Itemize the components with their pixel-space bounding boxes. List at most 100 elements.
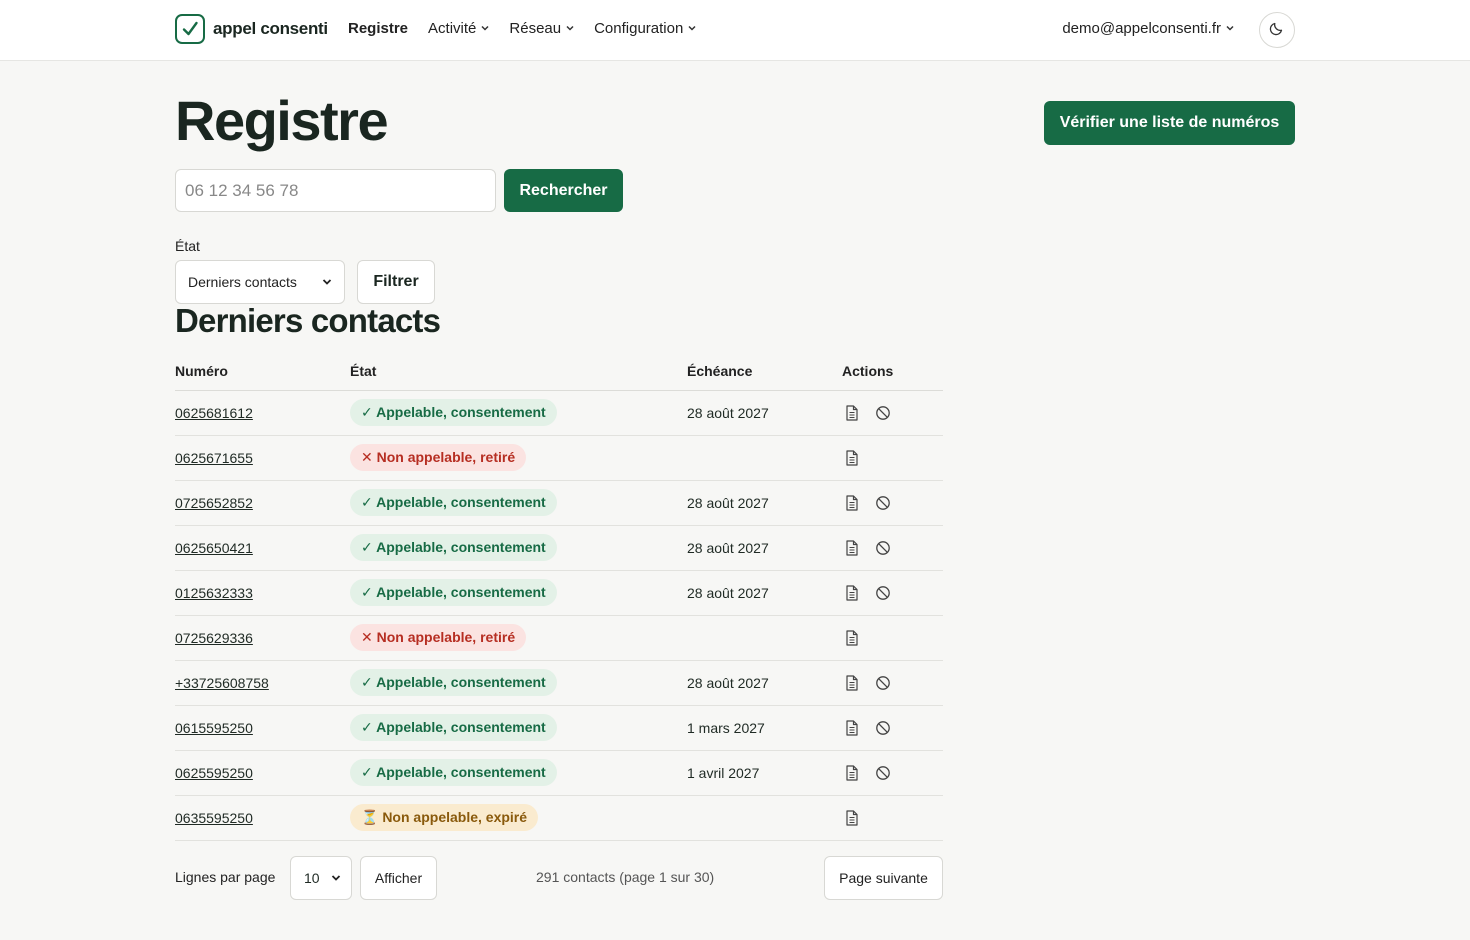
block-icon[interactable] bbox=[875, 720, 891, 736]
nav-item-label: Configuration bbox=[594, 20, 684, 37]
column-header-actions: Actions bbox=[842, 353, 943, 391]
status-badge: ✕ Non appelable, retiré bbox=[350, 624, 527, 651]
cell-actions bbox=[842, 480, 943, 526]
show-button[interactable]: Afficher bbox=[360, 856, 437, 900]
search-input[interactable] bbox=[175, 169, 496, 212]
status-badge: ✓ Appelable, consentement bbox=[350, 534, 557, 561]
cell-state: ✓ Appelable, consentement bbox=[350, 750, 687, 796]
next-page-button[interactable]: Page suivante bbox=[824, 856, 943, 900]
user-email: demo@appelconsenti.fr bbox=[1062, 20, 1221, 37]
nav-item-label: Activité bbox=[428, 20, 477, 37]
table-row: 0625671655 ✕ Non appelable, retiré bbox=[175, 435, 943, 481]
status-badge: ✓ Appelable, consentement bbox=[350, 399, 557, 426]
lines-per-page-select[interactable]: 10 bbox=[290, 856, 352, 900]
phone-number-link[interactable]: +33725608758 bbox=[175, 675, 269, 691]
main-nav: Registre Activité Réseau Configuration bbox=[348, 20, 696, 37]
state-select-value: Derniers contacts bbox=[188, 274, 297, 290]
block-icon[interactable] bbox=[875, 765, 891, 781]
filter-button[interactable]: Filtrer bbox=[357, 260, 435, 304]
table-body: 0625681612 ✓ Appelable, consentement 28 … bbox=[175, 390, 943, 841]
block-icon[interactable] bbox=[875, 585, 891, 601]
cell-state: ✓ Appelable, consentement bbox=[350, 660, 687, 706]
cell-number: 0125632333 bbox=[175, 570, 350, 616]
cell-due: 1 mars 2027 bbox=[687, 705, 842, 751]
cell-number: 0625595250 bbox=[175, 750, 350, 796]
cell-due: 28 août 2027 bbox=[687, 660, 842, 706]
cell-actions bbox=[842, 390, 943, 436]
nav-item-reseau[interactable]: Réseau bbox=[509, 20, 574, 37]
pagination-info: 291 contacts (page 1 sur 30) bbox=[536, 869, 715, 885]
block-icon[interactable] bbox=[875, 405, 891, 421]
document-icon[interactable] bbox=[845, 404, 861, 421]
cell-number: 0625671655 bbox=[175, 435, 350, 481]
phone-number-link[interactable]: 0625681612 bbox=[175, 405, 253, 421]
document-icon[interactable] bbox=[845, 584, 861, 601]
document-icon[interactable] bbox=[845, 674, 861, 691]
theme-toggle-button[interactable] bbox=[1259, 12, 1295, 48]
cell-state: ✓ Appelable, consentement bbox=[350, 525, 687, 571]
phone-number-link[interactable]: 0625671655 bbox=[175, 450, 253, 466]
cell-state: ✓ Appelable, consentement bbox=[350, 570, 687, 616]
column-header-state: État bbox=[350, 353, 687, 391]
document-icon[interactable] bbox=[845, 764, 861, 781]
state-select[interactable]: Derniers contacts bbox=[175, 260, 345, 304]
document-icon[interactable] bbox=[845, 494, 861, 511]
cell-actions bbox=[842, 525, 943, 571]
cell-number: +33725608758 bbox=[175, 660, 350, 706]
status-badge: ✓ Appelable, consentement bbox=[350, 714, 557, 741]
block-icon[interactable] bbox=[875, 675, 891, 691]
phone-number-link[interactable]: 0725652852 bbox=[175, 495, 253, 511]
phone-number-link[interactable]: 0625595250 bbox=[175, 765, 253, 781]
lines-per-page-value: 10 bbox=[304, 870, 320, 886]
block-icon[interactable] bbox=[875, 540, 891, 556]
cell-state: ✓ Appelable, consentement bbox=[350, 390, 687, 436]
phone-number-link[interactable]: 0635595250 bbox=[175, 810, 253, 826]
contacts-table: Numéro État Échéance Actions 0625681612 … bbox=[175, 353, 943, 841]
status-badge: ✓ Appelable, consentement bbox=[350, 579, 557, 606]
nav-item-registre[interactable]: Registre bbox=[348, 20, 408, 37]
cell-actions bbox=[842, 795, 943, 841]
phone-number-link[interactable]: 0725629336 bbox=[175, 630, 253, 646]
cell-due: 28 août 2027 bbox=[687, 480, 842, 526]
section-title: Derniers contacts bbox=[175, 302, 441, 339]
document-icon[interactable] bbox=[845, 719, 861, 736]
cell-actions bbox=[842, 615, 943, 661]
table-row: +33725608758 ✓ Appelable, consentement 2… bbox=[175, 660, 943, 706]
document-icon[interactable] bbox=[845, 809, 861, 826]
cell-state: ✕ Non appelable, retiré bbox=[350, 435, 687, 481]
document-icon[interactable] bbox=[845, 629, 861, 646]
search-button[interactable]: Rechercher bbox=[504, 169, 623, 212]
column-header-number: Numéro bbox=[175, 353, 350, 391]
block-icon[interactable] bbox=[875, 495, 891, 511]
status-badge: ✓ Appelable, consentement bbox=[350, 759, 557, 786]
cell-state: ✓ Appelable, consentement bbox=[350, 480, 687, 526]
chevron-down-icon bbox=[1226, 24, 1234, 34]
cell-state: ✓ Appelable, consentement bbox=[350, 705, 687, 751]
nav-item-label: Registre bbox=[348, 20, 409, 37]
cell-actions bbox=[842, 570, 943, 616]
chevron-down-icon bbox=[481, 24, 489, 34]
user-menu[interactable]: demo@appelconsenti.fr bbox=[1062, 20, 1234, 37]
cell-due: 28 août 2027 bbox=[687, 570, 842, 616]
brand-logo[interactable]: appel consenti bbox=[175, 14, 328, 44]
cell-number: 0725629336 bbox=[175, 615, 350, 661]
cell-actions bbox=[842, 750, 943, 796]
top-navbar: appel consenti Registre Activité Réseau … bbox=[0, 0, 1470, 61]
table-row: 0625681612 ✓ Appelable, consentement 28 … bbox=[175, 390, 943, 436]
verify-list-button[interactable]: Vérifier une liste de numéros bbox=[1044, 101, 1295, 145]
column-header-due: Échéance bbox=[687, 353, 842, 391]
cell-due bbox=[687, 435, 842, 481]
phone-number-link[interactable]: 0615595250 bbox=[175, 720, 253, 736]
cell-number: 0635595250 bbox=[175, 795, 350, 841]
cell-actions bbox=[842, 660, 943, 706]
nav-item-activite[interactable]: Activité bbox=[428, 20, 489, 37]
phone-number-link[interactable]: 0625650421 bbox=[175, 540, 253, 556]
pagination-bar: Lignes par page 10 Afficher 291 contacts… bbox=[175, 856, 943, 900]
phone-number-link[interactable]: 0125632333 bbox=[175, 585, 253, 601]
check-logo-icon bbox=[175, 14, 205, 44]
table-row: 0725652852 ✓ Appelable, consentement 28 … bbox=[175, 480, 943, 526]
cell-due: 28 août 2027 bbox=[687, 525, 842, 571]
nav-item-configuration[interactable]: Configuration bbox=[594, 20, 696, 37]
document-icon[interactable] bbox=[845, 539, 861, 556]
document-icon[interactable] bbox=[845, 449, 861, 466]
